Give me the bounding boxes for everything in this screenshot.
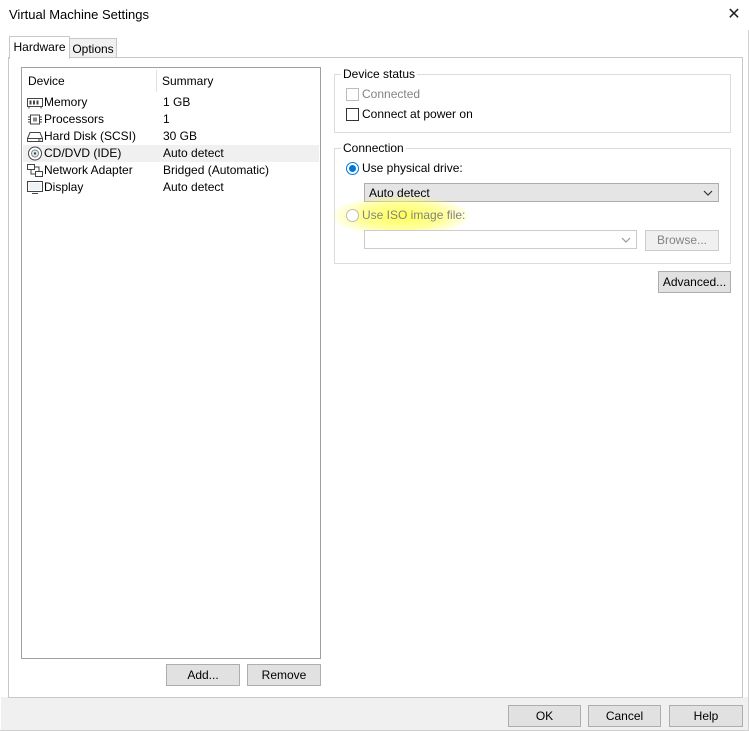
device-row-network-adapter[interactable]: Network Adapter Bridged (Automatic) [23,162,319,179]
chevron-down-icon [703,190,713,196]
device-name: Memory [44,95,88,109]
device-row-memory[interactable]: Memory 1 GB [23,94,319,111]
chevron-down-icon [621,237,631,243]
connect-at-power-on-checkbox[interactable] [346,108,359,121]
device-row-display[interactable]: Display Auto detect [23,179,319,196]
tab-options-label: Options [72,42,114,56]
display-icon [27,181,43,194]
device-row-hard-disk[interactable]: Hard Disk (SCSI) 30 GB [23,128,319,145]
cancel-button[interactable]: Cancel [588,705,661,727]
device-summary: Auto detect [163,146,224,160]
device-summary: Bridged (Automatic) [163,163,270,177]
use-physical-drive-radio[interactable] [346,162,359,175]
tab-hardware-label: Hardware [13,40,66,54]
device-name: Display [44,180,84,194]
memory-icon [27,98,43,109]
device-row-processors[interactable]: Processors 1 [23,111,319,128]
cd-dvd-icon [28,146,42,161]
browse-button[interactable]: Browse... [645,230,719,251]
tab-options[interactable]: Options [69,38,117,58]
column-header-summary[interactable]: Summary [162,68,213,94]
device-status-label: Device status [341,67,418,81]
device-status-group: Device status [334,67,731,133]
column-separator[interactable] [156,70,157,92]
device-summary: Auto detect [163,180,224,194]
device-name: Hard Disk (SCSI) [44,129,137,143]
device-summary: 1 [163,112,170,126]
use-iso-image-label: Use ISO image file: [362,208,466,222]
advanced-button[interactable]: Advanced... [658,271,731,293]
connection-label: Connection [341,141,406,155]
device-name: Processors [44,112,105,126]
device-name: Network Adapter [44,163,133,177]
title-bar: Virtual Machine Settings ✕ [0,0,749,30]
connected-label: Connected [362,87,421,101]
column-header-device[interactable]: Device [28,68,65,94]
network-adapter-icon [27,164,43,177]
tab-hardware[interactable]: Hardware [9,36,70,59]
close-button[interactable]: ✕ [724,5,744,25]
device-summary: 1 GB [163,95,191,109]
connect-at-power-on-label: Connect at power on [362,107,473,121]
add-device-button[interactable]: Add... [166,664,240,686]
connected-checkbox[interactable] [346,88,359,101]
iso-image-path-combobox[interactable] [364,230,637,249]
device-name: CD/DVD (IDE) [44,146,122,160]
device-row-cd-dvd[interactable]: CD/DVD (IDE) Auto detect [23,145,319,162]
device-list[interactable]: Device Summary Memory 1 GB Processors 1 … [21,67,321,659]
help-button[interactable]: Help [669,705,743,727]
processor-icon [28,114,42,125]
hard-disk-icon [27,132,43,142]
window-title: Virtual Machine Settings [9,7,149,22]
close-icon: ✕ [727,6,741,23]
remove-device-button[interactable]: Remove [247,664,321,686]
ok-button[interactable]: OK [508,705,581,727]
use-iso-image-radio[interactable] [346,209,359,222]
device-summary: 30 GB [163,129,198,143]
use-physical-drive-label: Use physical drive: [362,161,463,175]
